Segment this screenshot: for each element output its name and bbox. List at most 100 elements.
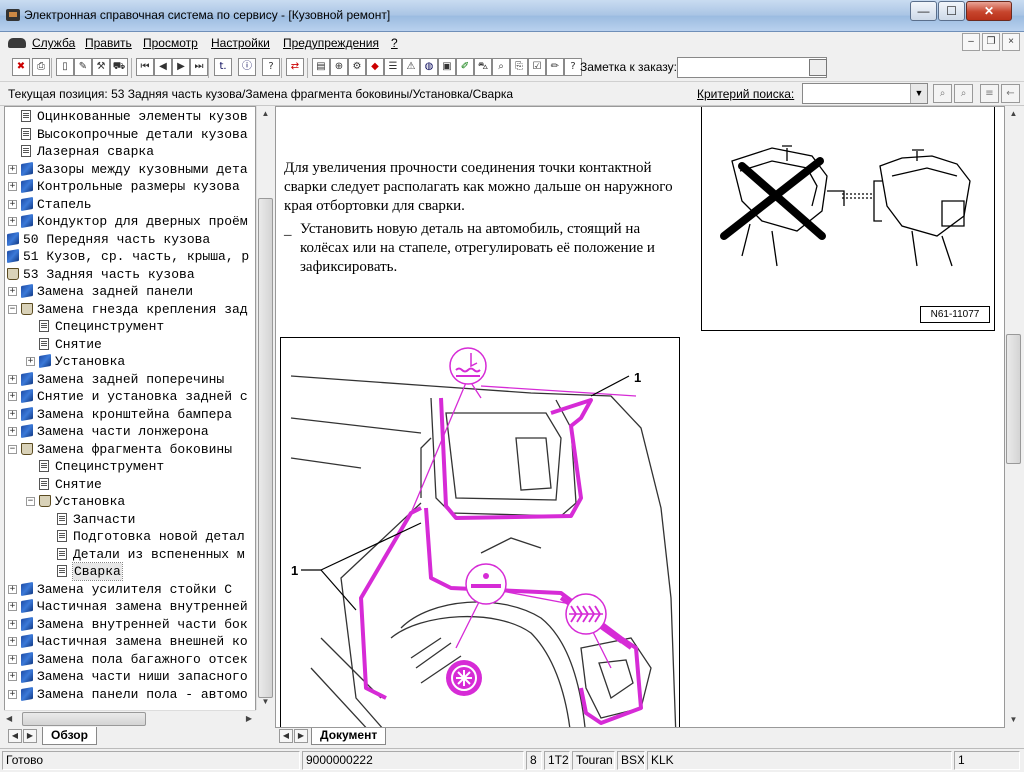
expand-icon[interactable]: + xyxy=(8,374,17,384)
tree-item[interactable]: 53 Задняя часть кузова xyxy=(5,266,255,283)
car-icon[interactable]: ⛟ xyxy=(110,58,128,76)
tree-item[interactable]: + Замена части ниши запасного xyxy=(5,668,255,685)
menu-view[interactable]: Просмотр xyxy=(143,36,198,50)
last-icon[interactable]: ⏭ xyxy=(190,58,208,76)
tools-icon[interactable]: ⚒ xyxy=(92,58,110,76)
maximize-button[interactable]: ☐ xyxy=(938,1,965,21)
document-vertical-scrollbar[interactable]: ▲ ▼ xyxy=(1005,106,1022,728)
warning-icon[interactable]: ✖ xyxy=(12,58,30,76)
info-icon[interactable]: ⓘ xyxy=(238,58,256,76)
next-icon[interactable]: ▶ xyxy=(172,58,190,76)
tree-vertical-scrollbar[interactable]: ▲ ▼ xyxy=(256,106,273,710)
help-icon[interactable]: ? xyxy=(262,58,280,76)
tree-item[interactable]: + Замена панели пола - автомо xyxy=(5,686,255,703)
prev-icon[interactable]: ◀ xyxy=(154,58,172,76)
expand-icon[interactable]: + xyxy=(8,584,17,594)
tree-item[interactable]: + Контрольные размеры кузова xyxy=(5,178,255,195)
tab-prev-icon[interactable]: ◀ xyxy=(8,729,22,743)
mdi-minimize-button[interactable]: – xyxy=(962,33,980,51)
doc-scroll-up-icon[interactable]: ▲ xyxy=(1006,106,1021,122)
scroll-down-icon[interactable]: ▼ xyxy=(258,694,273,710)
tree-item[interactable]: − Замена гнезда крепления зад xyxy=(5,301,255,318)
first-icon[interactable]: ⏮ xyxy=(136,58,154,76)
doc-tab-prev-icon[interactable]: ◀ xyxy=(279,729,293,743)
back-arrow-icon[interactable]: ← xyxy=(1001,84,1020,103)
expand-icon[interactable]: + xyxy=(8,199,17,209)
scroll-left-icon[interactable]: ◀ xyxy=(6,711,12,727)
back-icon[interactable]: t. xyxy=(214,58,232,76)
tree-item[interactable]: + Частичная замена внутренней xyxy=(5,598,255,615)
globe-icon[interactable]: ⊕ xyxy=(330,58,348,76)
check-icon[interactable]: ☑ xyxy=(528,58,546,76)
hscroll-thumb[interactable] xyxy=(22,712,146,726)
collapse-icon[interactable]: − xyxy=(8,444,17,454)
doc-tab-next-icon[interactable]: ▶ xyxy=(294,729,308,743)
tree-item[interactable]: + Замена задней панели xyxy=(5,283,255,300)
minimize-button[interactable]: — xyxy=(910,1,937,21)
vehicle-icon[interactable]: ⛍ xyxy=(474,58,492,76)
scroll-up-icon[interactable]: ▲ xyxy=(258,106,273,122)
order-note-field[interactable] xyxy=(677,57,827,78)
tab-next-icon[interactable]: ▶ xyxy=(23,729,37,743)
doc-scroll-down-icon[interactable]: ▼ xyxy=(1006,712,1021,728)
tab-overview[interactable]: Обзор xyxy=(42,727,97,745)
tree-item[interactable]: Лазерная сварка xyxy=(5,143,255,160)
tree-item[interactable]: + Стапель xyxy=(5,196,255,213)
expand-icon[interactable]: + xyxy=(8,637,17,646)
expand-icon[interactable]: + xyxy=(8,164,17,174)
edit-icon[interactable]: ✎ xyxy=(74,58,92,76)
tree-item[interactable]: Сварка xyxy=(5,562,255,581)
tree-item[interactable]: Снятие xyxy=(5,476,255,493)
earth-icon[interactable]: ◍ xyxy=(420,58,438,76)
tree-item[interactable]: + Замена задней поперечины xyxy=(5,371,255,388)
close-button[interactable]: ✕ xyxy=(966,1,1012,21)
tree-item[interactable]: + Зазоры между кузовными дета xyxy=(5,161,255,178)
menu-edit[interactable]: Править xyxy=(85,36,132,50)
mdi-close-button[interactable]: × xyxy=(1002,33,1020,51)
sync-tree-icon[interactable]: ≡ xyxy=(980,84,999,103)
tree-item[interactable]: + Частичная замена внешней ко xyxy=(5,633,255,650)
mdi-restore-button[interactable]: ❐ xyxy=(982,33,1000,51)
collapse-icon[interactable]: − xyxy=(26,497,35,506)
collapse-icon[interactable]: − xyxy=(8,304,17,314)
tree-item[interactable]: 51 Кузов, ср. часть, крыша, р xyxy=(5,248,255,265)
tree-item[interactable]: Запчасти xyxy=(5,511,255,528)
menu-settings[interactable]: Настройки xyxy=(211,36,270,50)
tree-item[interactable]: + Замена внутренней части бок xyxy=(5,616,255,633)
expand-icon[interactable]: + xyxy=(8,427,17,436)
list-icon[interactable]: ☰ xyxy=(384,58,402,76)
tree-item[interactable]: − Замена фрагмента боковины xyxy=(5,441,255,458)
tab-document[interactable]: Документ xyxy=(311,727,387,745)
print-icon[interactable]: ⎙ xyxy=(32,58,50,76)
tree-item[interactable]: + Установка xyxy=(5,353,255,370)
expand-icon[interactable]: + xyxy=(8,619,17,629)
expand-icon[interactable]: + xyxy=(8,392,17,401)
tree-item[interactable]: + Кондуктор для дверных проём xyxy=(5,213,255,230)
tree-item[interactable]: Специнструмент xyxy=(5,458,255,475)
tree-item[interactable]: + Замена кронштейна бампера xyxy=(5,406,255,423)
tree-item[interactable]: Специнструмент xyxy=(5,318,255,335)
search-next-icon[interactable]: ⌕ xyxy=(954,84,973,103)
tree-item[interactable]: + Замена части лонжерона xyxy=(5,423,255,440)
note-action-button[interactable] xyxy=(809,59,827,76)
menu-warnings[interactable]: Предупреждения xyxy=(283,36,379,50)
scroll-right-icon[interactable]: ▶ xyxy=(246,711,252,727)
tree-item[interactable]: Снятие xyxy=(5,336,255,353)
tree-item[interactable]: Высокопрочные детали кузова xyxy=(5,126,255,143)
tree-item[interactable]: + Снятие и установка задней с xyxy=(5,388,255,405)
tree-item[interactable]: Детали из вспененных м xyxy=(5,546,255,563)
brush-icon[interactable]: ✐ xyxy=(456,58,474,76)
scroll-thumb[interactable] xyxy=(258,198,273,698)
tree-item[interactable]: Оцинкованные элементы кузов xyxy=(5,108,255,125)
tree-item[interactable]: + Замена усилителя стойки С xyxy=(5,581,255,598)
copy-icon[interactable]: ⎘ xyxy=(510,58,528,76)
tree-horizontal-scrollbar[interactable]: ◀ ▶ xyxy=(4,710,256,726)
gear-icon[interactable]: ⚙ xyxy=(348,58,366,76)
expand-icon[interactable]: + xyxy=(8,602,17,611)
tree-item[interactable]: − Установка xyxy=(5,493,255,510)
save-icon[interactable]: ▣ xyxy=(438,58,456,76)
new-doc-icon[interactable]: ▯ xyxy=(56,58,74,76)
book-icon[interactable]: ▤ xyxy=(312,58,330,76)
expand-icon[interactable]: + xyxy=(8,287,17,296)
chevron-down-icon[interactable]: ▼ xyxy=(910,84,927,103)
